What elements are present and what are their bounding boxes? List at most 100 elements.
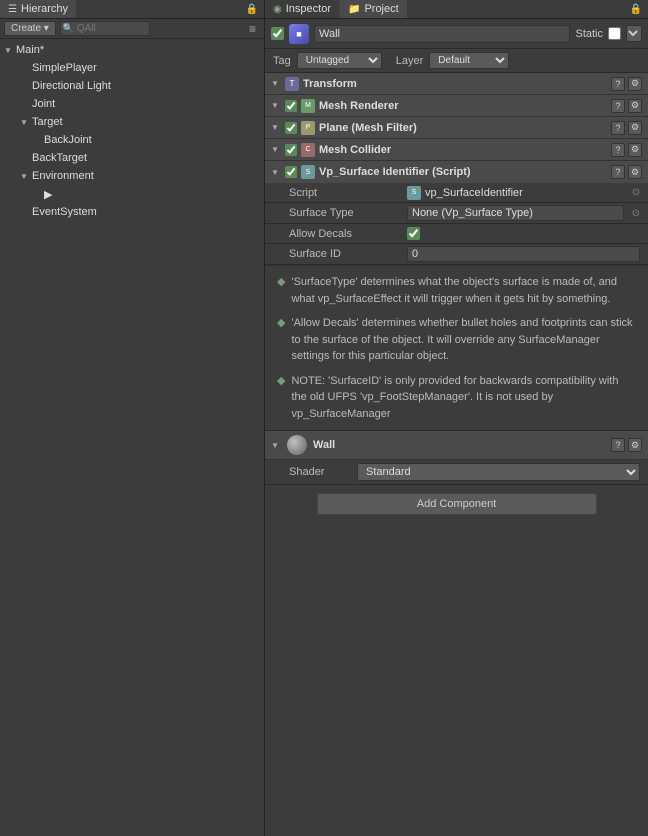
plane-arrow[interactable]: ▼ xyxy=(271,123,281,132)
prop-label-allow-decals: Allow Decals xyxy=(289,228,399,240)
hierarchy-lock-icon: 🔒 xyxy=(240,4,264,15)
mesh-collider-checkbox[interactable] xyxy=(285,144,297,156)
transform-component: ▼ T Transform ? ⚙ xyxy=(265,73,648,95)
script-icon: S xyxy=(301,165,315,179)
hierarchy-panel: Create ▾ 🔍 ≡ ▼ Main* Sim xyxy=(0,19,265,836)
tag-label: Tag xyxy=(273,55,291,67)
mesh-renderer-checkbox[interactable] xyxy=(285,100,297,112)
hierarchy-panel-menu[interactable]: ≡ xyxy=(245,22,260,36)
object-enabled-checkbox[interactable] xyxy=(271,27,284,40)
script-settings: ? ⚙ xyxy=(611,165,642,179)
tree-label-target: Target xyxy=(32,116,63,128)
mesh-collider-menu-btn[interactable]: ⚙ xyxy=(628,143,642,157)
material-settings: ? ⚙ xyxy=(611,438,642,452)
script-prop-allow-decals: Allow Decals xyxy=(265,224,648,244)
prop-value-script: vp_SurfaceIdentifier xyxy=(425,187,523,199)
tree-label-event-system: EventSystem xyxy=(32,206,97,218)
script-prop-surface-type: Surface Type None (Vp_Surface Type) ⊙ xyxy=(265,203,648,224)
mesh-collider-arrow[interactable]: ▼ xyxy=(271,145,281,154)
tree-item-joint[interactable]: Joint xyxy=(0,95,264,113)
inspector-icon: ◉ xyxy=(273,4,282,15)
mesh-renderer-settings: ? ⚙ xyxy=(611,99,642,113)
add-component-button[interactable]: Add Component xyxy=(317,493,597,515)
mesh-renderer-docs-btn[interactable]: ? xyxy=(611,99,625,113)
mesh-collider-title: Mesh Collider xyxy=(319,144,607,156)
plane-title: Plane (Mesh Filter) xyxy=(319,122,607,134)
script-checkbox[interactable] xyxy=(285,166,297,178)
tree-item-environment[interactable]: ▼ Environment xyxy=(0,167,264,185)
inspector-scroll[interactable]: ■ Static ▾ Tag Untagged Layer xyxy=(265,19,648,836)
static-dropdown[interactable]: ▾ xyxy=(626,25,642,42)
transform-icon: T xyxy=(285,77,299,91)
plane-menu-btn[interactable]: ⚙ xyxy=(628,121,642,135)
script-title: Vp_Surface Identifier (Script) xyxy=(319,166,607,178)
inspector-tab[interactable]: ◉ Inspector xyxy=(265,0,340,18)
tree-item-simple-player[interactable]: SimplePlayer xyxy=(0,59,264,77)
object-name-input[interactable] xyxy=(314,25,570,43)
mesh-collider-icon: C xyxy=(301,143,315,157)
plane-docs-btn[interactable]: ? xyxy=(611,121,625,135)
static-checkbox[interactable] xyxy=(608,27,621,40)
tree-item-directional-light[interactable]: Directional Light xyxy=(0,77,264,95)
tree-item-target[interactable]: ▼ Target xyxy=(0,113,264,131)
script-docs-btn[interactable]: ? xyxy=(611,165,625,179)
tree-arrow-environment[interactable]: ▼ xyxy=(20,172,32,181)
shader-label: Shader xyxy=(289,466,349,478)
tree-label-main: Main* xyxy=(16,44,44,56)
material-name: Wall xyxy=(313,439,605,451)
tag-layer-row: Tag Untagged Layer Default xyxy=(265,49,648,73)
tree-arrow-target[interactable]: ▼ xyxy=(20,118,32,127)
transform-arrow[interactable]: ▼ xyxy=(271,79,281,88)
hierarchy-icon: ☰ xyxy=(8,4,17,15)
mesh-renderer-arrow[interactable]: ▼ xyxy=(271,101,281,110)
info-icon-3: ◆ xyxy=(277,373,285,423)
prop-label-script: Script xyxy=(289,187,399,199)
surface-type-extra[interactable]: ⊙ xyxy=(632,208,640,219)
tree-item-cursor[interactable]: ▶ xyxy=(0,185,264,203)
tree-arrow-main[interactable]: ▼ xyxy=(4,46,16,55)
tree-label-back-target: BackTarget xyxy=(32,152,87,164)
script-prop-extra[interactable]: ⊙ xyxy=(632,187,640,198)
tree-item-main[interactable]: ▼ Main* xyxy=(0,41,264,59)
script-prop-script: Script S vp_SurfaceIdentifier ⊙ xyxy=(265,183,648,203)
create-button[interactable]: Create ▾ xyxy=(4,21,56,36)
tree-label-directional-light: Directional Light xyxy=(32,80,111,92)
material-arrow[interactable]: ▼ xyxy=(271,441,281,450)
object-header: ■ Static ▾ xyxy=(265,19,648,49)
script-menu-btn[interactable]: ⚙ xyxy=(628,165,642,179)
tree-item-back-target[interactable]: BackTarget xyxy=(0,149,264,167)
prop-value-surface-id: 0 xyxy=(407,246,640,262)
shader-dropdown[interactable]: Standard xyxy=(357,463,640,481)
transform-title: Transform xyxy=(303,78,607,90)
transform-menu-btn[interactable]: ⚙ xyxy=(628,77,642,91)
mesh-renderer-icon: M xyxy=(301,99,315,113)
tree-item-event-system[interactable]: EventSystem xyxy=(0,203,264,221)
tree-label-joint: Joint xyxy=(32,98,55,110)
plane-checkbox[interactable] xyxy=(285,122,297,134)
layer-dropdown[interactable]: Default xyxy=(429,52,509,69)
hierarchy-tab[interactable]: ☰ Hierarchy xyxy=(0,0,76,18)
shader-row: Shader Standard xyxy=(265,460,648,484)
static-label: Static xyxy=(575,28,603,40)
hierarchy-tab-label: Hierarchy xyxy=(21,3,68,15)
layer-label: Layer xyxy=(396,55,424,67)
transform-settings: ? ⚙ xyxy=(611,77,642,91)
tree-label-back-joint: BackJoint xyxy=(44,134,92,146)
tree-item-back-joint[interactable]: BackJoint xyxy=(0,131,264,149)
transform-docs-btn[interactable]: ? xyxy=(611,77,625,91)
material-menu-btn[interactable]: ⚙ xyxy=(628,438,642,452)
inspector-panel: ■ Static ▾ Tag Untagged Layer xyxy=(265,19,648,836)
script-arrow[interactable]: ▼ xyxy=(271,168,281,177)
prop-value-surface-type: None (Vp_Surface Type) xyxy=(407,205,624,221)
mesh-renderer-menu-btn[interactable]: ⚙ xyxy=(628,99,642,113)
tag-dropdown[interactable]: Untagged xyxy=(297,52,382,69)
script-header: ▼ S Vp_Surface Identifier (Script) ? ⚙ xyxy=(265,161,648,183)
script-component: ▼ S Vp_Surface Identifier (Script) ? ⚙ xyxy=(265,161,648,266)
project-tab[interactable]: 📁 Project xyxy=(340,0,407,18)
inspector-tab-label: Inspector xyxy=(286,3,331,15)
script-properties: Script S vp_SurfaceIdentifier ⊙ Surface … xyxy=(265,183,648,265)
project-tab-label: Project xyxy=(364,3,398,15)
allow-decals-checkbox[interactable] xyxy=(407,227,420,240)
mesh-collider-docs-btn[interactable]: ? xyxy=(611,143,625,157)
material-docs-btn[interactable]: ? xyxy=(611,438,625,452)
